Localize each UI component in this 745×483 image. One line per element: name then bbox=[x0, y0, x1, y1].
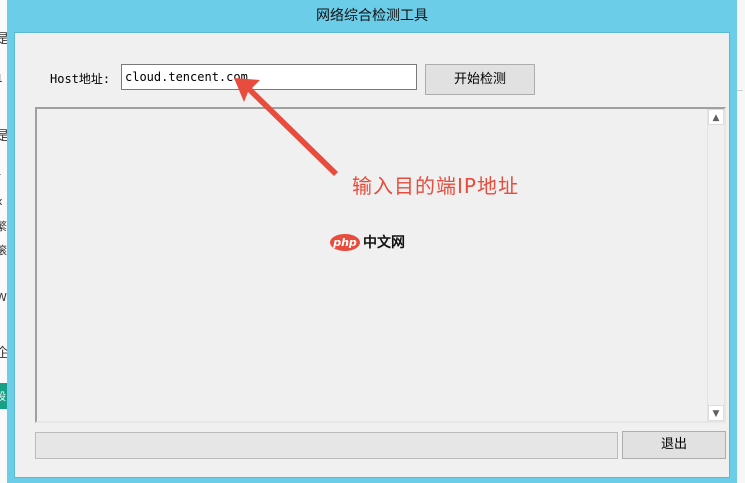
bg-text-fragment: 1 bbox=[0, 72, 3, 85]
annotation-arrow-icon bbox=[234, 78, 338, 176]
window-title[interactable]: 网络综合检测工具 bbox=[7, 0, 737, 32]
bg-text-fragment: r bbox=[0, 170, 1, 183]
bg-text-fragment: W bbox=[0, 291, 7, 304]
output-scrollbar[interactable]: ▲ ▼ bbox=[707, 109, 724, 421]
output-textarea[interactable]: ▲ ▼ bbox=[35, 107, 726, 423]
bg-text-fragment: 滚 bbox=[0, 244, 7, 257]
watermark-text: 中文网 bbox=[363, 235, 405, 251]
scroll-up-arrow-icon[interactable]: ▲ bbox=[708, 109, 724, 125]
watermark-badge: php bbox=[330, 233, 360, 251]
annotation-text: 输入目的端IP地址 bbox=[352, 174, 519, 198]
scroll-down-arrow-icon[interactable]: ▼ bbox=[708, 405, 724, 421]
dialog-client-area: Host地址: 开始检测 ▲ ▼ 退出 bbox=[14, 32, 730, 478]
bg-text-fragment: x bbox=[0, 195, 3, 208]
host-label: Host地址: bbox=[50, 72, 111, 86]
bg-text-fragment: 设 bbox=[0, 392, 6, 403]
php-watermark-logo: php 中文网 bbox=[330, 232, 405, 252]
start-detect-button[interactable]: 开始检测 bbox=[425, 64, 535, 95]
bg-text-fragment: 繁 bbox=[0, 220, 7, 233]
status-bar bbox=[35, 432, 618, 459]
exit-button[interactable]: 退出 bbox=[622, 431, 726, 459]
